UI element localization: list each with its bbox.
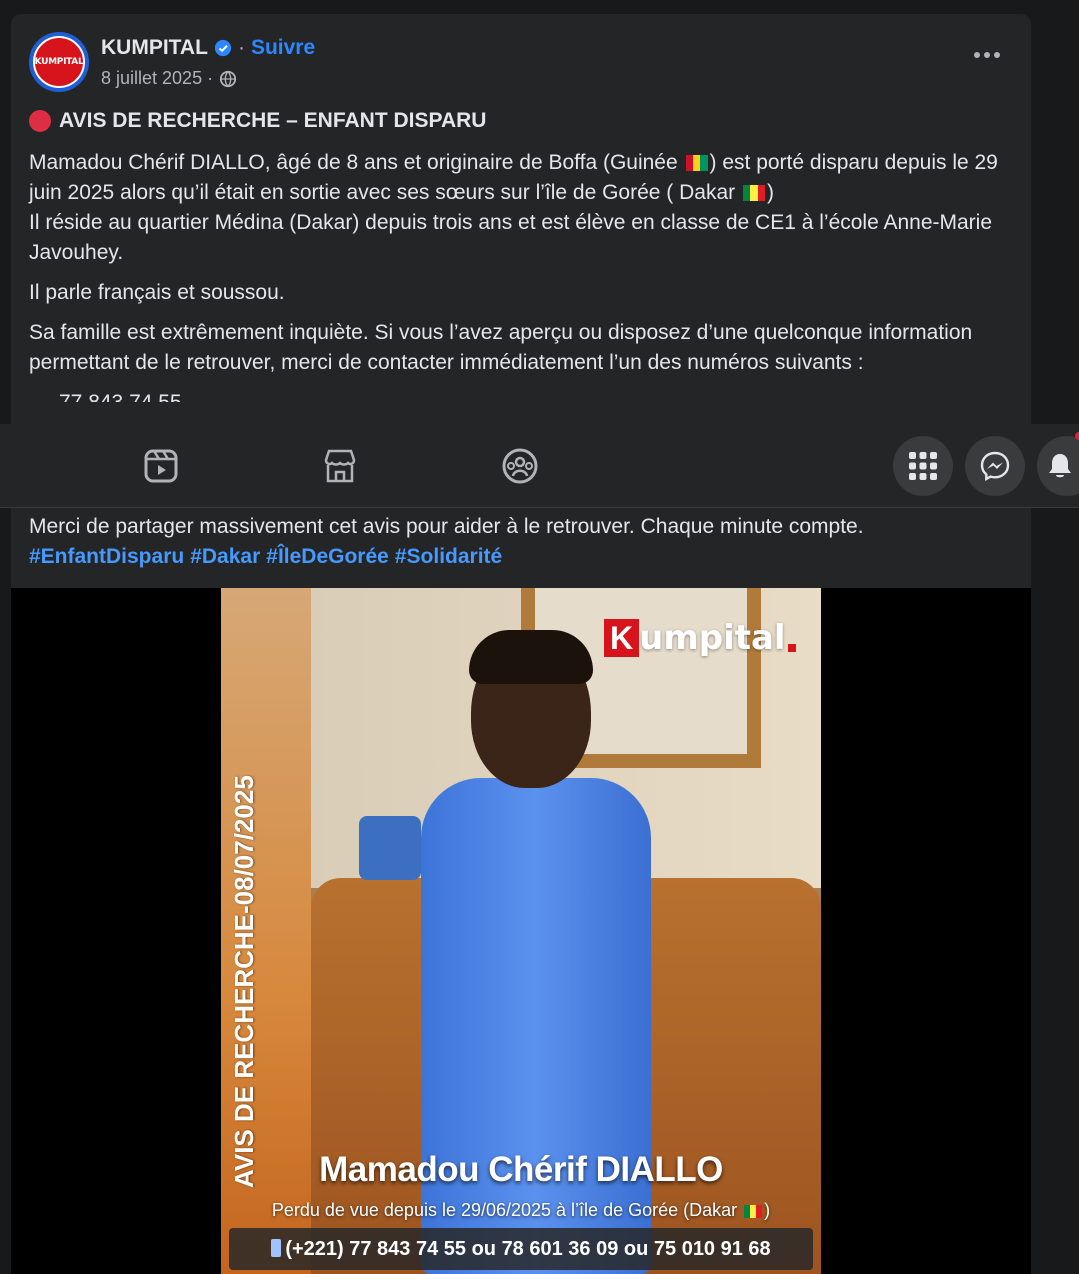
post-paragraph-2: Il parle français et soussou. bbox=[29, 281, 285, 304]
hashtag-link[interactable]: #ÎleDeGorée bbox=[266, 545, 389, 568]
top-navbar bbox=[0, 424, 1079, 508]
verified-icon bbox=[214, 39, 232, 57]
separator-dot: · bbox=[237, 36, 245, 59]
post-header: KUMPITAL KUMPITAL · Suivre 8 juillet 202… bbox=[29, 32, 1019, 92]
post-footer: Merci de partager massivement cet avis p… bbox=[29, 512, 1029, 572]
page-name[interactable]: KUMPITAL bbox=[101, 36, 208, 60]
bell-icon bbox=[1049, 454, 1071, 478]
poster-child-name: Mamadou Chérif DIALLO bbox=[319, 1150, 723, 1189]
post-title: AVIS DE RECHERCHE – ENFANT DISPARU bbox=[59, 109, 487, 132]
hashtag-link[interactable]: #Solidarité bbox=[395, 545, 502, 568]
poster-phone-numbers: (+221) 77 843 74 55 ou 78 601 36 09 ou 7… bbox=[229, 1228, 813, 1270]
menu-grid-button[interactable] bbox=[893, 436, 953, 496]
post-body: AVIS DE RECHERCHE – ENFANT DISPARU Mamad… bbox=[29, 106, 1009, 412]
groups-icon[interactable] bbox=[500, 446, 540, 486]
reels-icon[interactable] bbox=[141, 446, 181, 486]
more-icon[interactable] bbox=[973, 50, 1001, 60]
follow-button[interactable]: Suivre bbox=[251, 36, 315, 60]
poster-vertical-title: AVIS DE RECHERCHE-08/07/2025 bbox=[229, 775, 259, 1188]
hashtag-link[interactable]: #EnfantDisparu bbox=[29, 545, 184, 568]
post-paragraph-3: Sa famille est extrêmement inquiète. Si … bbox=[29, 321, 973, 374]
post-paragraph-1: Mamadou Chérif DIALLO, âgé de 8 ans et o… bbox=[29, 150, 998, 264]
senegal-flag-icon bbox=[744, 1202, 763, 1218]
senegal-flag-icon bbox=[743, 180, 765, 201]
kumpital-logo: Kumpital bbox=[604, 618, 796, 658]
messenger-icon bbox=[980, 451, 1010, 482]
hashtag-list: #EnfantDisparu #Dakar #ÎleDeGorée #Solidari… bbox=[29, 542, 1029, 572]
notifications-button[interactable] bbox=[1037, 436, 1079, 496]
hashtag-link[interactable]: #Dakar bbox=[190, 545, 260, 568]
guinea-flag-icon bbox=[685, 150, 708, 171]
globe-icon bbox=[219, 70, 237, 87]
page-avatar[interactable]: KUMPITAL bbox=[29, 32, 89, 92]
poster-subtitle: Perdu de vue depuis le 29/06/2025 à l’îl… bbox=[271, 1200, 771, 1220]
post-media[interactable]: AVIS DE RECHERCHE-08/07/2025 Kumpital Ma… bbox=[11, 588, 1031, 1274]
post-date[interactable]: 8 juillet 2025 · bbox=[101, 68, 213, 89]
avatar-text: KUMPITAL bbox=[34, 57, 84, 67]
footer-message: Merci de partager massivement cet avis p… bbox=[29, 515, 864, 538]
menu-grid-icon bbox=[909, 452, 937, 480]
messenger-button[interactable] bbox=[965, 436, 1025, 496]
marketplace-icon[interactable] bbox=[320, 446, 360, 486]
red-circle-icon bbox=[29, 110, 51, 132]
missing-child-poster[interactable]: AVIS DE RECHERCHE-08/07/2025 Kumpital Ma… bbox=[221, 588, 821, 1274]
phone-icon bbox=[271, 1239, 282, 1257]
post-paragraph-4: 77 843 74 55 bbox=[29, 388, 1009, 402]
notification-badge bbox=[1075, 432, 1079, 440]
